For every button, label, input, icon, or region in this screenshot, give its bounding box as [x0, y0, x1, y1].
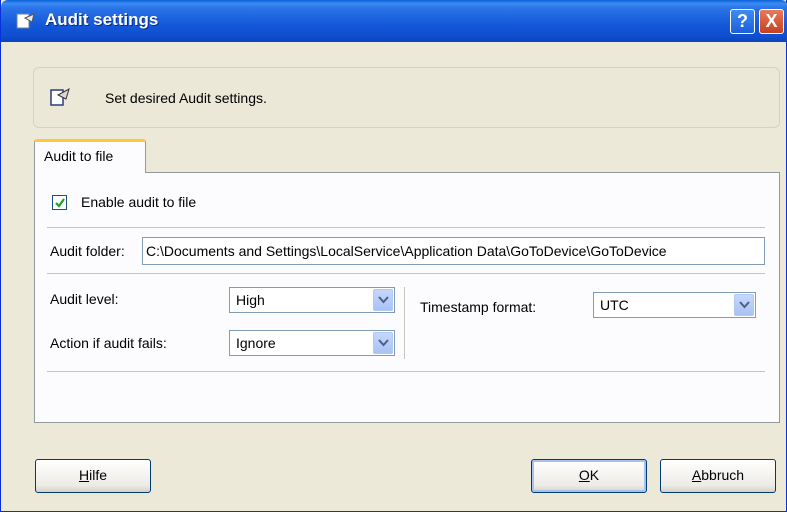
audit-folder-field[interactable]: [142, 237, 765, 265]
audit-folder-label: Audit folder:: [50, 243, 125, 259]
timestamp-format-select[interactable]: UTC: [593, 292, 756, 318]
checkmark-icon: [55, 198, 65, 208]
window-title: Audit settings: [45, 10, 159, 29]
action-if-fails-label: Action if audit fails:: [50, 335, 167, 351]
cancel-button[interactable]: Abbruch: [660, 459, 776, 493]
chevron-down-icon[interactable]: [373, 289, 393, 311]
divider: [47, 227, 765, 228]
divider: [47, 273, 765, 274]
help-title-button[interactable]: ?: [730, 9, 755, 34]
title-bar[interactable]: Audit settings ? X: [1, 0, 787, 42]
timestamp-format-value: UTC: [600, 297, 629, 313]
cancel-accelerator: A: [691, 467, 702, 483]
dialog-window: Audit settings ? X Set desired Audit set…: [0, 0, 787, 512]
tab-panel: Enable audit to file Audit folder: Audit…: [34, 172, 780, 423]
audit-icon: [16, 13, 35, 29]
enable-audit-label[interactable]: Enable audit to file: [81, 194, 196, 210]
divider: [47, 371, 765, 372]
chevron-down-icon[interactable]: [373, 332, 393, 354]
audit-folder-input[interactable]: [143, 238, 764, 264]
help-accelerator: H: [78, 467, 90, 483]
ok-button[interactable]: OK: [531, 459, 647, 493]
help-label-rest: ilfe: [89, 467, 108, 483]
help-button[interactable]: Hilfe: [35, 459, 151, 493]
audit-icon: [50, 87, 70, 106]
timestamp-format-label: Timestamp format:: [420, 299, 537, 315]
audit-level-select[interactable]: High: [229, 287, 395, 313]
header-panel: Set desired Audit settings.: [33, 67, 780, 128]
ok-label-rest: K: [589, 467, 600, 483]
audit-level-value: High: [236, 292, 265, 308]
audit-level-label: Audit level:: [50, 291, 119, 307]
tab-label: Audit to file: [44, 148, 114, 164]
ok-accelerator: O: [578, 467, 590, 483]
cancel-label-rest: bbruch: [701, 467, 745, 483]
action-if-fails-value: Ignore: [236, 335, 276, 351]
action-if-fails-select[interactable]: Ignore: [229, 330, 395, 356]
chevron-down-icon[interactable]: [734, 294, 754, 316]
close-button[interactable]: X: [759, 9, 784, 34]
vertical-divider: [404, 287, 405, 359]
header-description: Set desired Audit settings.: [105, 90, 267, 106]
enable-audit-checkbox[interactable]: [52, 195, 67, 210]
tab-audit-to-file[interactable]: Audit to file: [34, 139, 146, 173]
